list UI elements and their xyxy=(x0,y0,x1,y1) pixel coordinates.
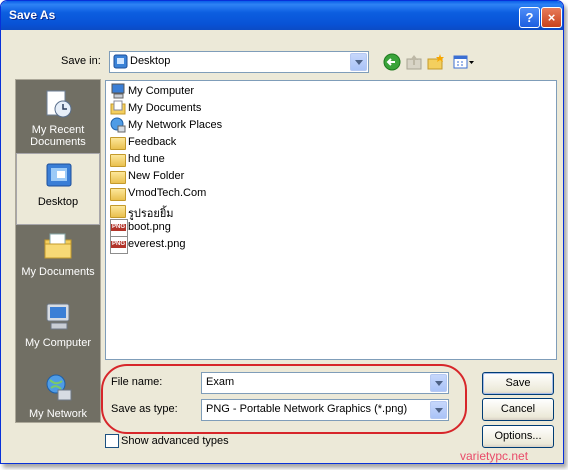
save-in-dropdown[interactable]: Desktop xyxy=(109,51,369,73)
my-network-icon xyxy=(46,374,72,401)
show-advanced-label: Show advanced types xyxy=(121,435,229,447)
file-list[interactable]: My Computer My Documents My Network Plac… xyxy=(105,80,557,360)
place-label: My Recent Documents xyxy=(30,124,86,148)
save-as-dialog: Save As ? × Save in: Desktop My Recent D… xyxy=(0,0,564,464)
png-file-icon xyxy=(110,236,128,254)
chevron-down-icon[interactable] xyxy=(350,53,367,71)
cancel-button[interactable]: Cancel xyxy=(482,398,554,421)
folder-icon xyxy=(110,137,126,150)
new-folder-icon[interactable] xyxy=(427,53,445,71)
place-recent-documents[interactable]: My Recent Documents xyxy=(16,82,100,152)
network-places-icon xyxy=(110,117,126,133)
save-button[interactable]: Save xyxy=(482,372,554,395)
place-my-computer[interactable]: My Computer xyxy=(16,295,100,365)
place-label: My Computer xyxy=(24,337,92,349)
help-button[interactable]: ? xyxy=(519,7,540,28)
recent-documents-icon xyxy=(46,90,72,118)
options-button[interactable]: Options... xyxy=(482,425,554,448)
place-my-network[interactable]: My Network xyxy=(16,366,100,436)
close-button[interactable]: × xyxy=(541,7,562,28)
window-title: Save As xyxy=(9,8,56,22)
view-menu-icon[interactable] xyxy=(453,53,475,71)
documents-folder-icon xyxy=(110,100,126,115)
folder-icon xyxy=(110,188,126,201)
png-file-icon xyxy=(110,219,128,237)
places-bar: My Recent Documents Desktop My Documents xyxy=(15,79,101,423)
computer-icon xyxy=(111,83,125,99)
save-in-label: Save in: xyxy=(61,55,101,67)
back-icon[interactable] xyxy=(383,53,401,71)
place-label: My Documents xyxy=(21,266,95,278)
my-computer-icon xyxy=(46,303,70,330)
watermark: varietypc.net xyxy=(460,449,529,463)
save-in-value: Desktop xyxy=(130,55,171,67)
folder-icon xyxy=(110,205,126,218)
my-documents-icon xyxy=(44,233,72,259)
folder-icon xyxy=(110,154,126,167)
show-advanced-checkbox[interactable] xyxy=(105,434,119,448)
desktop-icon xyxy=(46,163,72,187)
highlight-annotation xyxy=(101,364,467,434)
place-label: My Network xyxy=(28,408,88,420)
desktop-small-icon xyxy=(113,54,128,69)
place-label: Desktop xyxy=(37,196,79,208)
place-my-documents[interactable]: My Documents xyxy=(16,224,100,294)
folder-icon xyxy=(110,171,126,184)
up-folder-icon[interactable] xyxy=(405,53,423,71)
title-bar[interactable]: Save As ? × xyxy=(1,1,563,30)
place-desktop[interactable]: Desktop xyxy=(16,153,100,225)
